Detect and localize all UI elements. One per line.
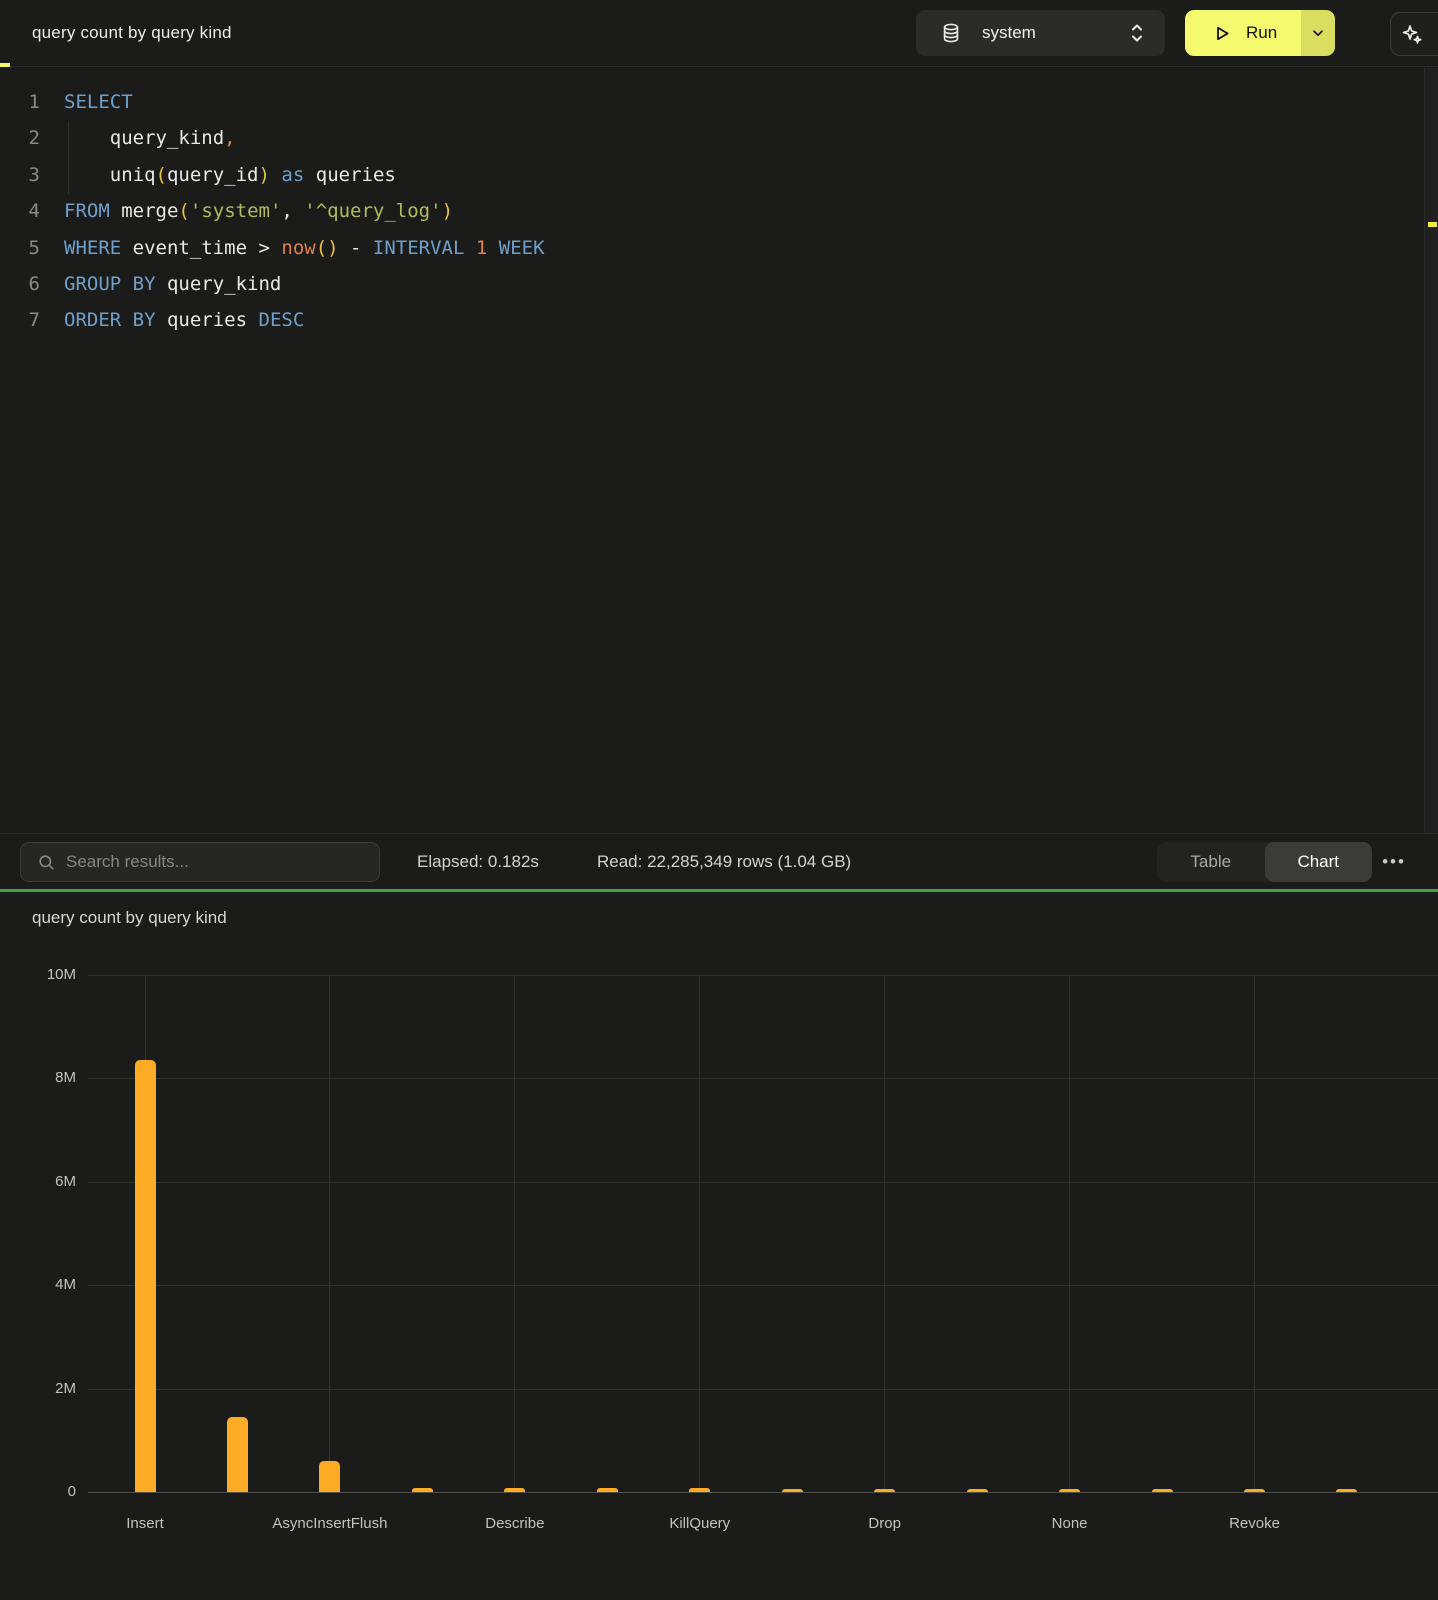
- code-text: ORDER BY queries DESC: [40, 302, 304, 338]
- bar-unlabeled-10[interactable]: [967, 1489, 988, 1493]
- bar-AsyncInsertFlush[interactable]: [319, 1461, 340, 1492]
- code-text: WHERE event_time > now() - INTERVAL 1 WE…: [40, 230, 545, 266]
- x-tick-label-Describe: Describe: [435, 1515, 595, 1532]
- bar-unlabeled-6[interactable]: [597, 1488, 618, 1492]
- x-tick-label-Revoke: Revoke: [1175, 1515, 1335, 1532]
- select-chevrons-icon: [1129, 20, 1145, 46]
- code-text: query_kind,: [40, 120, 236, 156]
- bar-Insert[interactable]: [135, 1060, 156, 1492]
- sql-editor[interactable]: 1SELECT2 query_kind,3 uniq(query_id) as …: [0, 68, 1438, 833]
- run-options-button[interactable]: [1301, 10, 1335, 56]
- line-number: 1: [0, 84, 40, 120]
- database-icon: [940, 21, 962, 45]
- search-box: [20, 842, 380, 882]
- elapsed-stat: Elapsed: 0.182s: [417, 834, 539, 890]
- bar-KillQuery[interactable]: [689, 1488, 710, 1492]
- code-line-7: 7ORDER BY queries DESC: [0, 302, 1438, 338]
- bar-unlabeled-4[interactable]: [412, 1488, 433, 1492]
- h-gridline: [88, 1389, 1438, 1390]
- v-gridline: [1254, 975, 1255, 1492]
- x-tick-label-AsyncInsertFlush: AsyncInsertFlush: [250, 1515, 410, 1532]
- code-text: FROM merge('system', '^query_log'): [40, 193, 453, 229]
- search-results-input[interactable]: [56, 843, 379, 881]
- x-tick-label-Insert: Insert: [65, 1515, 225, 1532]
- y-tick-label: 8M: [12, 1069, 76, 1086]
- bar-None[interactable]: [1059, 1489, 1080, 1493]
- x-axis-line: [88, 1492, 1438, 1493]
- chart-title: query count by query kind: [32, 908, 227, 928]
- line-number: 2: [0, 120, 40, 156]
- database-selector-value: system: [982, 23, 1036, 43]
- tab-chart[interactable]: Chart: [1265, 842, 1373, 882]
- v-gridline: [1069, 975, 1070, 1492]
- line-number: 7: [0, 302, 40, 338]
- active-tab-marker: [0, 63, 10, 67]
- results-toolbar: Elapsed: 0.182s Read: 22,285,349 rows (1…: [0, 833, 1438, 889]
- query-tab-title: query count by query kind: [32, 0, 232, 66]
- h-gridline: [88, 1285, 1438, 1286]
- bar-Drop[interactable]: [874, 1489, 895, 1493]
- search-icon: [21, 853, 56, 872]
- more-options-button[interactable]: •••: [1376, 842, 1412, 882]
- indent-guide: [68, 121, 69, 194]
- sql-console: query count by query kind system: [0, 0, 1438, 1600]
- v-gridline: [514, 975, 515, 1492]
- line-number: 4: [0, 193, 40, 229]
- h-gridline: [88, 1182, 1438, 1183]
- bar-unlabeled-12[interactable]: [1152, 1489, 1173, 1493]
- play-icon: [1211, 23, 1232, 44]
- chevron-down-icon: [1311, 26, 1325, 40]
- read-stat: Read: 22,285,349 rows (1.04 GB): [597, 834, 851, 890]
- code-line-3: 3 uniq(query_id) as queries: [0, 157, 1438, 193]
- y-tick-label: 2M: [12, 1380, 76, 1397]
- bar-chart: 10M8M6M4M2M0InsertAsyncInsertFlushDescri…: [88, 975, 1438, 1492]
- bar-unlabeled-2[interactable]: [227, 1417, 248, 1492]
- y-tick-label: 0: [12, 1483, 76, 1500]
- code-text: uniq(query_id) as queries: [40, 157, 396, 193]
- line-number: 3: [0, 157, 40, 193]
- tab-table[interactable]: Table: [1157, 842, 1265, 882]
- v-gridline: [884, 975, 885, 1492]
- code-line-6: 6GROUP BY query_kind: [0, 266, 1438, 302]
- run-button-group: Run: [1185, 10, 1335, 56]
- code-lines: 1SELECT2 query_kind,3 uniq(query_id) as …: [0, 68, 1438, 339]
- h-gridline: [88, 1078, 1438, 1079]
- sparkle-icon: [1400, 22, 1424, 46]
- x-tick-label-Drop: Drop: [805, 1515, 965, 1532]
- ai-assist-button[interactable]: [1390, 12, 1438, 56]
- cursor-position-marker: [1428, 222, 1437, 227]
- x-tick-label-None: None: [990, 1515, 1150, 1532]
- bar-Revoke[interactable]: [1244, 1489, 1265, 1493]
- line-number: 5: [0, 230, 40, 266]
- line-number: 6: [0, 266, 40, 302]
- view-toggle: Table Chart: [1157, 842, 1372, 882]
- code-line-1: 1SELECT: [0, 84, 1438, 120]
- code-line-2: 2 query_kind,: [0, 120, 1438, 156]
- code-text: GROUP BY query_kind: [40, 266, 281, 302]
- y-tick-label: 4M: [12, 1276, 76, 1293]
- code-text: SELECT: [40, 84, 133, 120]
- code-line-4: 4FROM merge('system', '^query_log'): [0, 193, 1438, 229]
- bar-Describe[interactable]: [504, 1488, 525, 1492]
- y-tick-label: 10M: [12, 966, 76, 983]
- v-gridline: [329, 975, 330, 1492]
- h-gridline: [88, 975, 1438, 976]
- v-gridline: [699, 975, 700, 1492]
- code-line-5: 5WHERE event_time > now() - INTERVAL 1 W…: [0, 230, 1438, 266]
- header-bar: query count by query kind system: [0, 0, 1438, 67]
- run-button[interactable]: Run: [1185, 10, 1301, 56]
- bar-unlabeled-8[interactable]: [782, 1489, 803, 1493]
- editor-overview-ruler[interactable]: [1424, 68, 1438, 833]
- x-tick-label-KillQuery: KillQuery: [620, 1515, 780, 1532]
- run-button-label: Run: [1246, 23, 1277, 43]
- bar-unlabeled-14[interactable]: [1336, 1489, 1357, 1493]
- y-tick-label: 6M: [12, 1173, 76, 1190]
- database-selector[interactable]: system: [916, 10, 1165, 56]
